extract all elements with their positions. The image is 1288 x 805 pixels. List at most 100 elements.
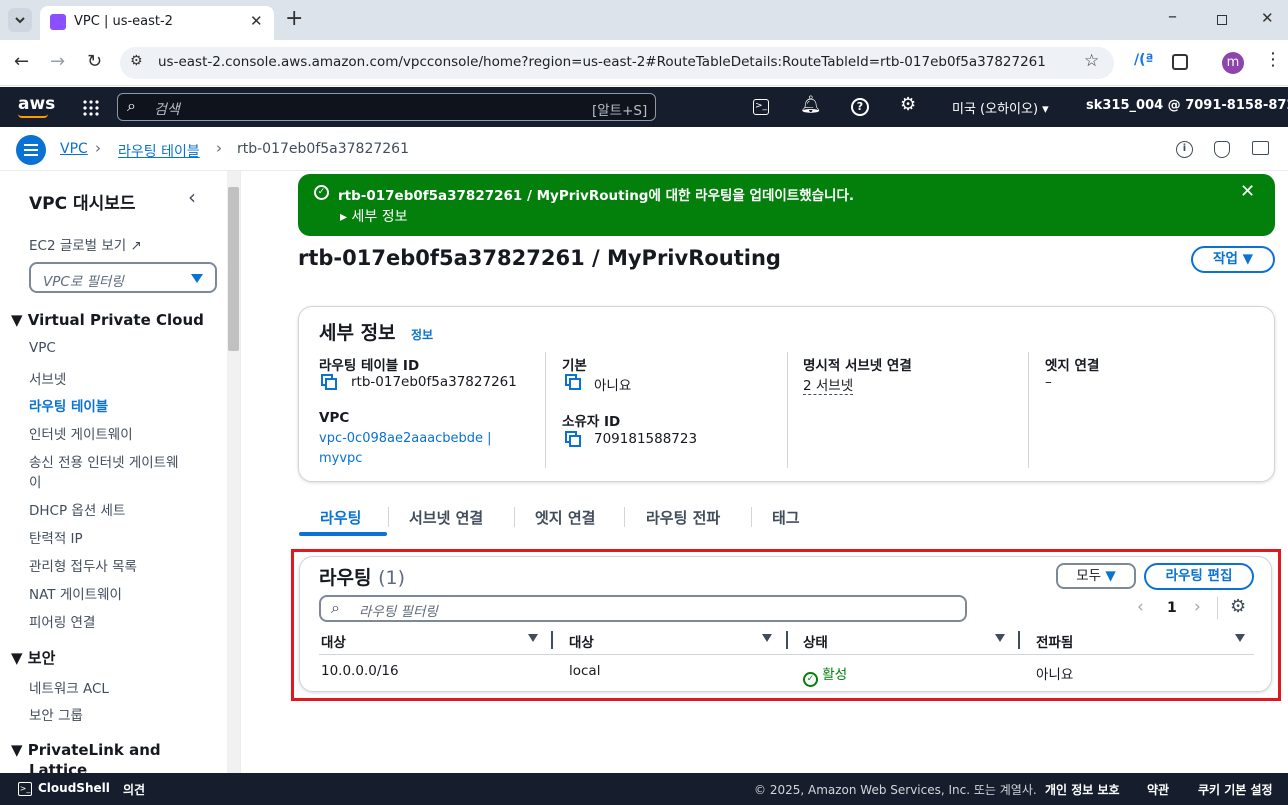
new-tab-icon[interactable]: + bbox=[285, 6, 303, 31]
tab-list-button[interactable] bbox=[8, 8, 32, 32]
footer-privacy[interactable]: 개인 정보 보호 bbox=[1045, 781, 1120, 798]
aws-logo[interactable]: aws bbox=[18, 94, 55, 114]
footer-copyright: © 2025, Amazon Web Services, Inc. 또는 계열사… bbox=[754, 783, 1037, 797]
copy-icon[interactable] bbox=[565, 374, 581, 390]
footer-cookies[interactable]: 쿠키 기본 설정 bbox=[1198, 781, 1273, 798]
sidebar-section-security[interactable]: ▼ 보안 bbox=[11, 647, 55, 668]
copy-icon[interactable] bbox=[565, 431, 581, 447]
tab-subnet-associations[interactable]: 서브넷 연결 bbox=[409, 507, 483, 528]
flash-details-toggle[interactable]: ▸ 세부 정보 bbox=[340, 206, 407, 226]
table-settings-gear-icon[interactable]: ⚙ bbox=[1230, 596, 1246, 617]
browser-tab-bar: VPC | us-east-2 ✕ + – ✕ bbox=[0, 0, 1288, 40]
sidebar-scrollbar-thumb[interactable] bbox=[228, 187, 239, 351]
sidebar-item-peering[interactable]: 피어링 연결 bbox=[29, 611, 95, 631]
column-divider bbox=[787, 352, 788, 468]
avatar[interactable]: m bbox=[1222, 52, 1244, 74]
feedback-icon[interactable] bbox=[1252, 141, 1269, 155]
dismiss-flash-icon[interactable]: ✕ bbox=[1240, 181, 1255, 202]
sort-caret-icon[interactable] bbox=[762, 634, 772, 642]
reload-icon[interactable]: ↻ bbox=[87, 51, 102, 72]
vpc-link-name[interactable]: myvpc bbox=[319, 451, 362, 466]
bookmark-star-icon[interactable]: ☆ bbox=[1084, 51, 1099, 71]
explicit-subnet-label: 명시적 서브넷 연결 bbox=[803, 358, 912, 374]
breadcrumb-route-tables[interactable]: 라우팅 테이블 bbox=[118, 141, 200, 161]
tab-routes[interactable]: 라우팅 bbox=[320, 507, 361, 528]
sidebar-item-ec2-global[interactable]: EC2 글로벌 보기 ↗ bbox=[29, 234, 142, 254]
column-resizer[interactable] bbox=[1018, 631, 1020, 649]
close-sidebar-icon[interactable]: ‹ bbox=[188, 185, 196, 209]
vpc-label: VPC bbox=[319, 410, 350, 426]
column-header-target[interactable]: 대상 bbox=[569, 631, 594, 651]
sidebar-filter-select[interactable]: VPC로 필터링 bbox=[29, 262, 217, 293]
edit-routes-button[interactable]: 라우팅 편집 bbox=[1144, 563, 1254, 590]
page-number[interactable]: 1 bbox=[1167, 600, 1177, 616]
notifications-bell-icon[interactable]: 🔔︎ bbox=[800, 95, 822, 115]
search-input[interactable]: ⌕ 검색 [알트+S] bbox=[117, 93, 656, 121]
explicit-subnet-value[interactable]: 2 서브넷 bbox=[803, 374, 854, 395]
sidebar-item-network-acl[interactable]: 네트워크 ACL bbox=[29, 677, 109, 697]
column-header-destination[interactable]: 대상 bbox=[321, 631, 346, 651]
url-field[interactable]: ⚙ us-east-2.console.aws.amazon.com/vpcco… bbox=[120, 47, 1114, 79]
route-filter-select[interactable]: 모두 ▼ bbox=[1056, 563, 1136, 589]
details-info-link[interactable]: 정보 bbox=[411, 326, 433, 343]
hamburger-menu-icon[interactable] bbox=[16, 135, 46, 165]
sidebar-item-security-groups[interactable]: 보안 그룹 bbox=[29, 704, 83, 724]
success-check-icon: ✓ bbox=[314, 185, 329, 200]
table-row bbox=[319, 655, 1254, 687]
sidebar-item-route-tables[interactable]: 라우팅 테이블 bbox=[29, 395, 108, 415]
sidebar-item-vpc[interactable]: VPC bbox=[29, 340, 56, 356]
sidebar-item-egress-only-igw[interactable]: 송신 전용 인터넷 게이트웨 bbox=[29, 451, 179, 471]
next-page-icon[interactable]: › bbox=[1194, 597, 1201, 617]
extensions-puzzle-icon[interactable] bbox=[1172, 54, 1188, 70]
actions-button[interactable]: 작업 ▼ bbox=[1191, 246, 1275, 273]
pagination-divider bbox=[1217, 597, 1218, 619]
region-selector[interactable]: 미국 (오하이오) ▾ bbox=[952, 98, 1049, 117]
account-menu[interactable]: sk315_004 @ 7091-8158-8723 ▾ bbox=[1086, 98, 1288, 113]
tutorial-icon[interactable] bbox=[1214, 141, 1230, 158]
maximize-icon[interactable] bbox=[1217, 15, 1227, 25]
sidebar-item-egress-only-igw-wrap[interactable]: 이 bbox=[29, 471, 41, 491]
sort-caret-icon[interactable] bbox=[995, 634, 1005, 642]
back-icon[interactable]: ← bbox=[14, 51, 29, 72]
tab-divider bbox=[751, 507, 752, 527]
footer-feedback[interactable]: 의견 bbox=[123, 781, 145, 798]
sidebar-item-prefix-lists[interactable]: 관리형 접두사 목록 bbox=[29, 555, 137, 575]
browser-tab[interactable]: VPC | us-east-2 ✕ bbox=[40, 6, 274, 40]
info-panel-icon[interactable]: i bbox=[1176, 141, 1193, 158]
footer-terms[interactable]: 약관 bbox=[1147, 781, 1169, 798]
extension-translate-icon[interactable]: /(ª bbox=[1134, 52, 1153, 68]
tab-edge-associations[interactable]: 엣지 연결 bbox=[535, 507, 595, 528]
close-tab-icon[interactable]: ✕ bbox=[250, 12, 263, 30]
column-resizer[interactable] bbox=[551, 631, 553, 649]
minimize-icon[interactable]: – bbox=[1168, 6, 1177, 27]
vpc-link[interactable]: vpc-0c098ae2aaacbebde | bbox=[319, 431, 492, 446]
footer-cloudshell[interactable]: CloudShell bbox=[38, 781, 110, 795]
help-icon[interactable]: ? bbox=[851, 98, 869, 116]
sidebar-item-subnets[interactable]: 서브넷 bbox=[29, 368, 66, 388]
tab-route-propagation[interactable]: 라우팅 전파 bbox=[646, 507, 720, 528]
breadcrumb-vpc[interactable]: VPC bbox=[60, 141, 88, 157]
prev-page-icon[interactable]: ‹ bbox=[1137, 597, 1144, 617]
sidebar-item-elastic-ip[interactable]: 탄력적 IP bbox=[29, 527, 83, 547]
column-resizer[interactable] bbox=[786, 631, 788, 649]
column-header-status[interactable]: 상태 bbox=[803, 631, 828, 651]
sidebar-section-privatelink[interactable]: ▼ PrivateLink and bbox=[11, 741, 161, 759]
cloudshell-icon[interactable]: >_ bbox=[753, 99, 769, 115]
sidebar-item-internet-gateways[interactable]: 인터넷 게이트웨이 bbox=[29, 423, 133, 443]
route-search-input[interactable]: ⌕ 라우팅 필터링 bbox=[319, 595, 967, 622]
forward-icon[interactable]: → bbox=[50, 51, 65, 72]
sort-caret-icon[interactable] bbox=[528, 634, 538, 642]
sidebar-item-nat-gateways[interactable]: NAT 게이트웨이 bbox=[29, 583, 122, 603]
copy-icon[interactable] bbox=[321, 374, 337, 390]
tab-tags[interactable]: 태그 bbox=[772, 507, 800, 528]
sort-caret-icon[interactable] bbox=[1235, 634, 1245, 642]
settings-gear-icon[interactable]: ⚙ bbox=[900, 94, 916, 115]
sidebar-section-vpc[interactable]: ▼ Virtual Private Cloud bbox=[11, 311, 204, 329]
services-grid-icon[interactable] bbox=[82, 99, 99, 116]
site-info-icon[interactable]: ⚙ bbox=[130, 53, 143, 69]
close-window-icon[interactable]: ✕ bbox=[1261, 9, 1274, 27]
column-header-propagated[interactable]: 전파됨 bbox=[1036, 631, 1073, 651]
route-status: ✓ 활성 bbox=[803, 663, 847, 687]
sidebar-item-dhcp[interactable]: DHCP 옵션 세트 bbox=[29, 499, 125, 519]
browser-menu-icon[interactable]: ⋮ bbox=[1264, 49, 1282, 70]
